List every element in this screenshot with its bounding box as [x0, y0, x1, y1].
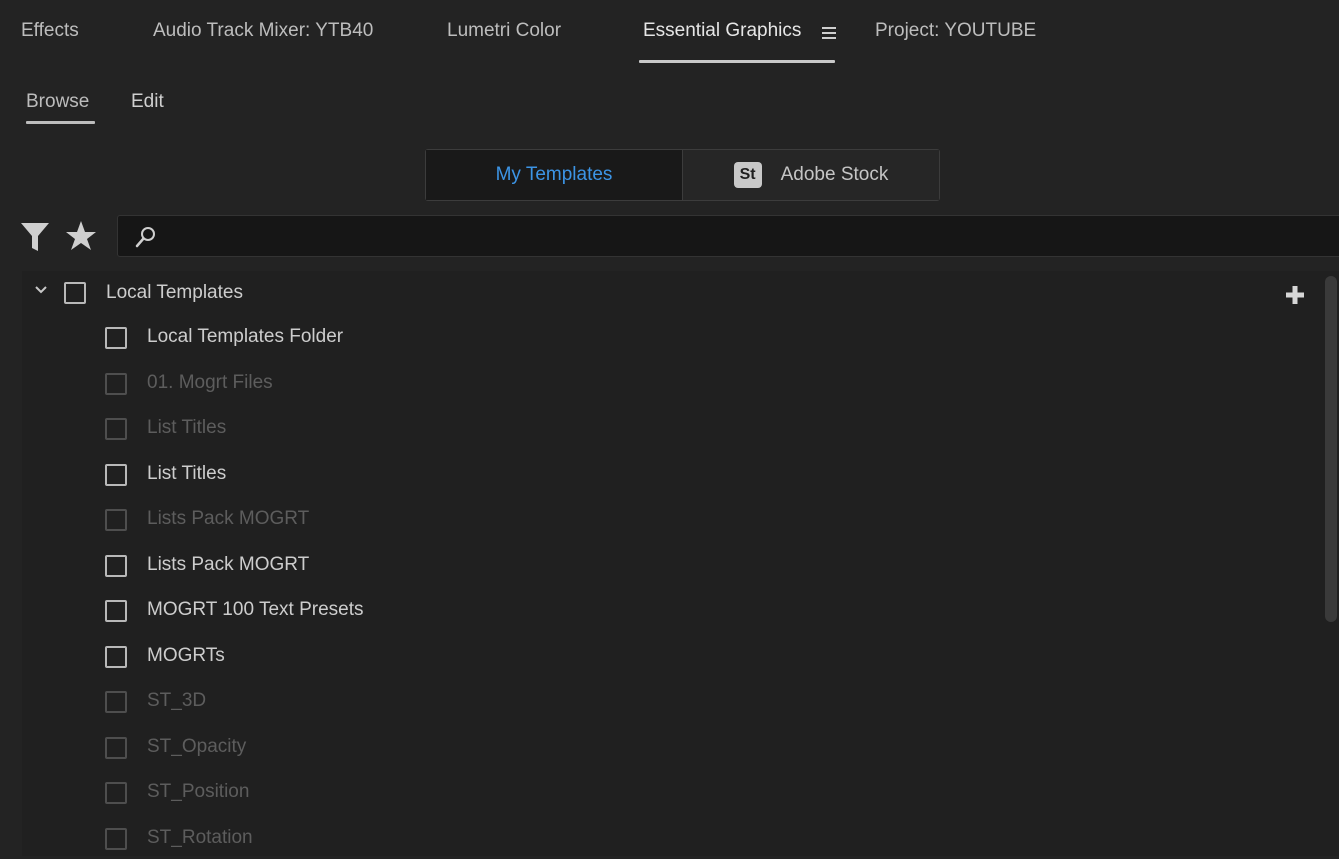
tree-item-label: ST_Position	[147, 781, 250, 802]
tree-item-label: List Titles	[147, 463, 227, 484]
tree-item[interactable]: List Titles	[22, 455, 1022, 495]
tree-item-checkbox[interactable]	[105, 828, 127, 850]
template-tree: Local Templates Local Templates Folder 0…	[22, 271, 1339, 856]
subtab-edit[interactable]: Edit	[131, 91, 164, 113]
adobe-stock-logo-icon: St	[733, 162, 762, 188]
search-field[interactable]	[117, 215, 1339, 257]
star-icon[interactable]	[64, 219, 98, 253]
scrollbar[interactable]	[1325, 276, 1337, 622]
active-tab-indicator	[639, 60, 835, 63]
tree-item-label: MOGRTs	[147, 645, 225, 666]
my-templates-button[interactable]: My Templates	[426, 150, 682, 200]
tree-item[interactable]: Local Templates Folder	[22, 318, 1022, 358]
tree-item[interactable]: List Titles	[22, 409, 1022, 449]
tree-item-checkbox[interactable]	[105, 555, 127, 577]
tree-item-checkbox[interactable]	[105, 646, 127, 668]
tree-root-local-templates[interactable]: Local Templates	[22, 273, 1322, 313]
filter-icon[interactable]	[20, 221, 50, 253]
tree-item[interactable]: 01. Mogrt Files	[22, 364, 1022, 404]
tree-item-label: ST_Rotation	[147, 827, 253, 848]
menu-icon[interactable]	[822, 27, 836, 39]
tree-root-label: Local Templates	[106, 282, 243, 303]
tree-item[interactable]: MOGRT 100 Text Presets	[22, 591, 1022, 631]
tree-item[interactable]: Lists Pack MOGRT	[22, 546, 1022, 586]
tree-item-label: List Titles	[147, 417, 227, 438]
tree-item-checkbox[interactable]	[105, 464, 127, 486]
tree-item-label: MOGRT 100 Text Presets	[147, 599, 364, 620]
tab-audio-track-mixer[interactable]: Audio Track Mixer: YTB40	[153, 20, 373, 62]
tree-item-label: Local Templates Folder	[147, 326, 344, 347]
tree-item-label: ST_3D	[147, 690, 207, 711]
tab-effects[interactable]: Effects	[21, 20, 79, 62]
tree-item-label: Lists Pack MOGRT	[147, 554, 310, 575]
tree-item-checkbox[interactable]	[105, 691, 127, 713]
tree-item[interactable]: ST_Rotation	[22, 819, 1022, 859]
tree-item-label: ST_Opacity	[147, 736, 247, 757]
search-input[interactable]	[168, 220, 1272, 254]
tree-item-checkbox[interactable]	[105, 327, 127, 349]
tree-item[interactable]: ST_Opacity	[22, 728, 1022, 768]
tab-project[interactable]: Project: YOUTUBE	[875, 20, 1036, 62]
template-source-toggle: My Templates St Adobe Stock	[425, 149, 940, 201]
subtab-browse[interactable]: Browse	[26, 91, 89, 113]
tree-item-label: Lists Pack MOGRT	[147, 508, 310, 529]
tree-item-label: 01. Mogrt Files	[147, 372, 273, 393]
tree-item-checkbox[interactable]	[105, 737, 127, 759]
tree-item-checkbox[interactable]	[105, 418, 127, 440]
tree-item[interactable]: ST_Position	[22, 773, 1022, 813]
panel-tab-bar: Effects Audio Track Mixer: YTB40 Lumetri…	[0, 0, 1339, 66]
my-templates-label: My Templates	[495, 164, 613, 185]
plus-icon[interactable]	[1284, 284, 1306, 306]
tree-item[interactable]: Lists Pack MOGRT	[22, 500, 1022, 540]
tree-item-checkbox[interactable]	[105, 509, 127, 531]
tree-item-checkbox[interactable]	[105, 373, 127, 395]
active-subtab-indicator	[26, 121, 95, 124]
tree-item[interactable]: ST_3D	[22, 682, 1022, 722]
local-templates-checkbox[interactable]	[64, 282, 86, 304]
tab-essential-graphics[interactable]: Essential Graphics	[643, 20, 801, 62]
tree-item[interactable]: MOGRTs	[22, 637, 1022, 677]
chevron-down-icon[interactable]	[34, 285, 48, 295]
tree-item-checkbox[interactable]	[105, 600, 127, 622]
tree-item-checkbox[interactable]	[105, 782, 127, 804]
adobe-stock-button[interactable]: St Adobe Stock	[682, 150, 939, 200]
tab-lumetri-color[interactable]: Lumetri Color	[447, 20, 561, 62]
adobe-stock-label: Adobe Stock	[780, 164, 889, 185]
search-icon	[135, 227, 155, 248]
